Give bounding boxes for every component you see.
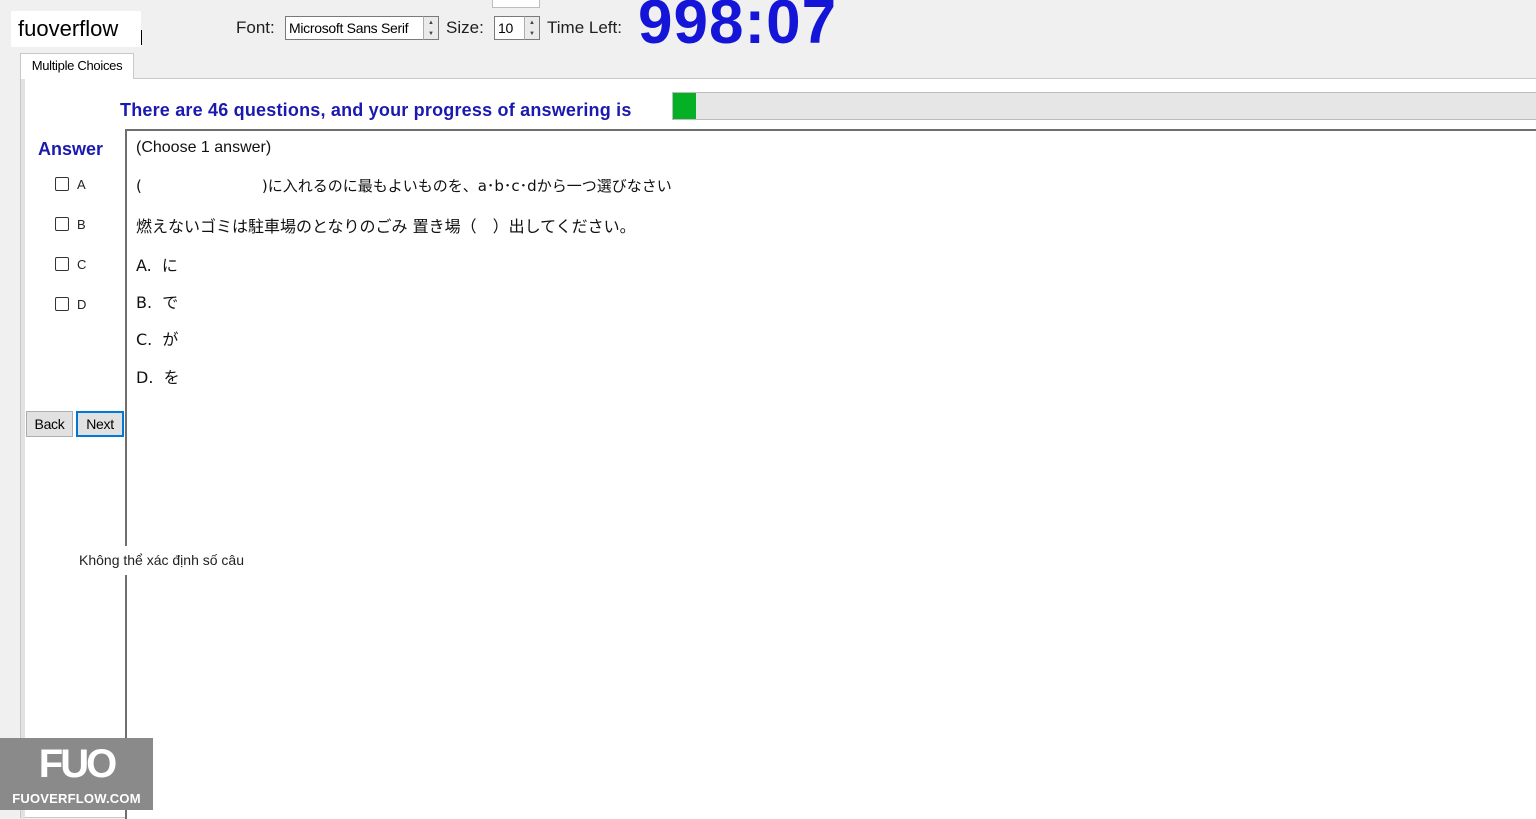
question-prompt: ( )に入れるのに最もよいものを、a･b･c･dから一つ選びなさい	[136, 177, 672, 195]
checkbox-c[interactable]	[55, 257, 69, 271]
progress-text: There are 46 questions, and your progres…	[120, 100, 632, 120]
toolbar-cutoff-control	[492, 0, 540, 8]
option-label: A	[77, 176, 86, 192]
question-sentence: 燃えないゴミは駐車場のとなりのごみ 置き場（ ）出してください。	[136, 217, 636, 236]
option-label: D	[77, 296, 87, 312]
size-label: Size:	[446, 18, 484, 37]
countdown-timer: 998:07	[638, 0, 838, 57]
checkbox-b[interactable]	[55, 217, 69, 231]
answer-option-a[interactable]: A	[55, 174, 86, 194]
font-selector[interactable]: Microsoft Sans Serif ▲ ▼	[285, 16, 439, 40]
option-label: C	[77, 256, 87, 272]
watermark-logo: FUO FUOVERFLOW.COM	[0, 738, 153, 810]
choice-b: B. で	[136, 293, 179, 312]
spin-down-icon[interactable]: ▼	[424, 28, 438, 39]
spin-up-icon[interactable]: ▲	[424, 17, 438, 28]
checkbox-d[interactable]	[55, 297, 69, 311]
checkbox-a[interactable]	[55, 177, 69, 191]
progress-bar	[672, 92, 1536, 120]
time-left-label: Time Left:	[547, 18, 622, 37]
answer-option-b[interactable]: B	[55, 214, 86, 234]
answer-title: Answer	[38, 139, 104, 159]
watermark-small-text: FUOVERFLOW.COM	[12, 791, 141, 806]
font-spinner[interactable]: ▲ ▼	[423, 16, 439, 40]
answer-option-c[interactable]: C	[55, 254, 86, 274]
font-value[interactable]: Microsoft Sans Serif	[285, 16, 423, 40]
panel-edge	[21, 79, 25, 819]
text-cursor	[141, 30, 142, 45]
size-value[interactable]: 10	[494, 16, 524, 40]
progress-fill	[673, 93, 696, 119]
spin-up-icon[interactable]: ▲	[525, 17, 539, 28]
tab-multiple-choices[interactable]: Multiple Choices	[20, 53, 134, 79]
question-instruction: (Choose 1 answer)	[136, 139, 272, 156]
size-spinner[interactable]: ▲ ▼	[524, 16, 540, 40]
status-message: Không thể xác định số câu	[72, 546, 270, 575]
app-logo: fuoverflow	[11, 11, 141, 47]
answer-option-d[interactable]: D	[55, 294, 86, 314]
back-button[interactable]: Back	[26, 411, 73, 437]
spin-down-icon[interactable]: ▼	[525, 28, 539, 39]
choice-d: D. を	[136, 368, 180, 387]
choice-c: C. が	[136, 330, 179, 349]
option-label: B	[77, 216, 86, 232]
next-button[interactable]: Next	[76, 411, 124, 437]
choice-a: A. に	[136, 256, 178, 275]
size-selector[interactable]: 10 ▲ ▼	[494, 16, 540, 40]
watermark-big-text: FUO	[38, 742, 117, 786]
font-label: Font:	[236, 18, 275, 37]
